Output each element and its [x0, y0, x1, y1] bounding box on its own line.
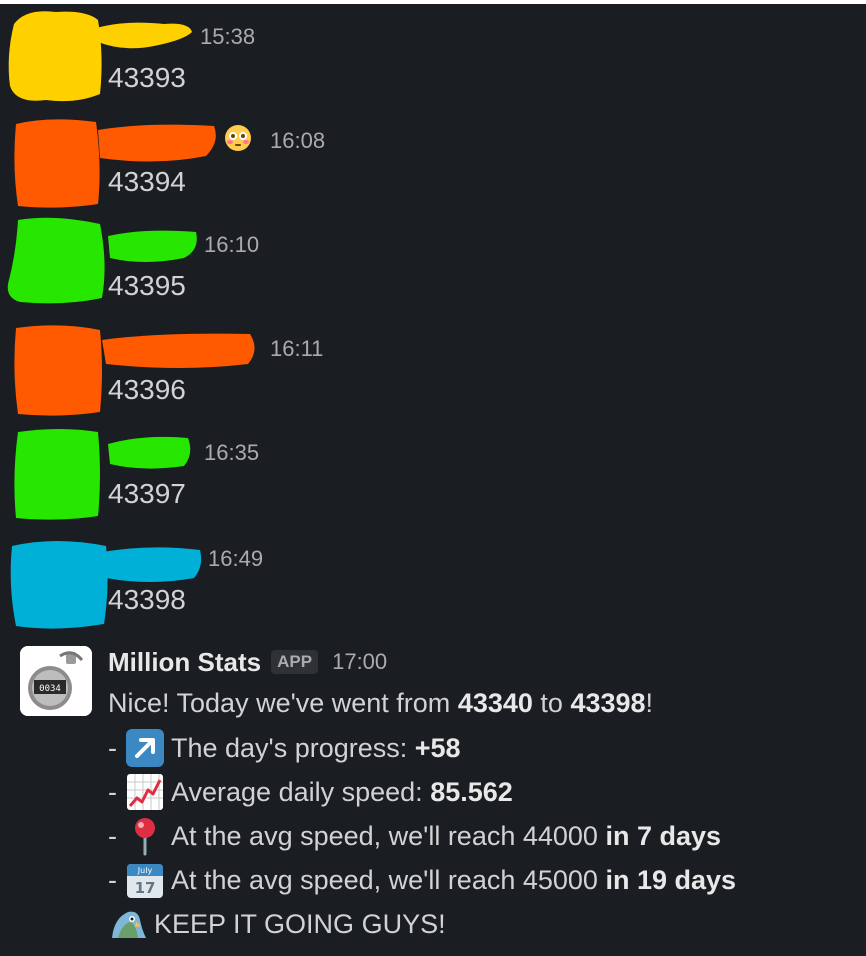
message-time[interactable]: 16:11: [270, 336, 323, 362]
flushed-face-icon: [225, 125, 251, 151]
bullet-dash: -: [108, 864, 117, 895]
intro-text: Nice! Today we've went from: [108, 688, 458, 718]
redacted-username: [98, 124, 216, 162]
progress-value: +58: [414, 732, 461, 763]
message-time[interactable]: 16:08: [270, 128, 325, 154]
bullet-dash: -: [108, 820, 117, 851]
reach-45000-line: - July 17 At the avg speed, we'll reach …: [108, 860, 736, 900]
message-time[interactable]: 16:10: [204, 232, 259, 258]
reach-45000-label: At the avg speed, we'll reach 45000: [171, 864, 606, 895]
reach-44000-line: - At the avg speed, we'll reach 44000 in…: [108, 816, 721, 856]
calendar-month: July: [137, 866, 153, 875]
redacted-avatar: [14, 119, 100, 208]
progress-label: The day's progress:: [171, 732, 415, 763]
redacted-username: [108, 436, 191, 469]
window-top-edge: [0, 0, 866, 4]
bot-name[interactable]: Million Stats: [108, 647, 261, 678]
calendar-day: 17: [135, 879, 156, 897]
round-pushpin-icon: [135, 818, 155, 856]
redacted-avatar: [14, 429, 100, 520]
speed-value: 85.562: [430, 776, 513, 807]
redacted-username: [102, 547, 202, 582]
bullet-dash: -: [108, 776, 117, 807]
bot-time[interactable]: 17:00: [332, 649, 387, 675]
message-time[interactable]: 15:38: [200, 24, 255, 50]
intro-post: !: [645, 688, 654, 718]
app-badge: APP: [271, 650, 319, 674]
message-time[interactable]: 16:35: [204, 440, 259, 466]
bot-intro-line: Nice! Today we've went from 43340 to 433…: [108, 688, 653, 719]
calendar-icon: July 17: [127, 864, 163, 898]
message-text: 43395: [108, 270, 186, 301]
redacted-avatar: [14, 325, 102, 416]
redacted-avatar: [10, 541, 108, 629]
redacted-avatar: [8, 11, 102, 102]
chart-increasing-icon: [127, 774, 163, 810]
speed-label: Average daily speed:: [171, 776, 431, 807]
party-parrot-icon: [112, 911, 146, 938]
reach-44000-value: in 7 days: [605, 820, 722, 851]
redacted-username: [108, 230, 197, 262]
intro-to: 43398: [570, 688, 646, 718]
message-text: 43397: [108, 478, 186, 509]
intro-mid: to: [532, 688, 571, 718]
redacted-username: [102, 333, 255, 368]
redacted-username: [96, 22, 192, 49]
message-time[interactable]: 16:49: [208, 546, 263, 572]
message-text: 43394: [108, 166, 186, 197]
intro-from: 43340: [457, 688, 533, 718]
message-text: 43398: [108, 584, 186, 615]
bot-avatar[interactable]: 0034: [20, 646, 92, 716]
message-text: 43393: [108, 62, 186, 93]
closing-line: KEEP IT GOING GUYS!: [108, 904, 446, 944]
tally-counter-icon: 0034: [20, 646, 92, 716]
progress-line: - The day's progress: +58: [108, 728, 461, 768]
bot-header: Million Stats APP 17:00: [108, 646, 387, 678]
redacted-avatar: [7, 217, 105, 304]
counter-digits: 0034: [39, 684, 61, 694]
reach-45000-value: in 19 days: [605, 864, 737, 895]
speed-line: - Average daily speed: 85.562: [108, 772, 513, 812]
bullet-dash: -: [108, 732, 117, 763]
arrow-up-right-icon: [126, 729, 164, 767]
message-text: 43396: [108, 374, 186, 405]
closing-text: KEEP IT GOING GUYS!: [154, 908, 446, 939]
reach-44000-label: At the avg speed, we'll reach 44000: [171, 820, 606, 851]
